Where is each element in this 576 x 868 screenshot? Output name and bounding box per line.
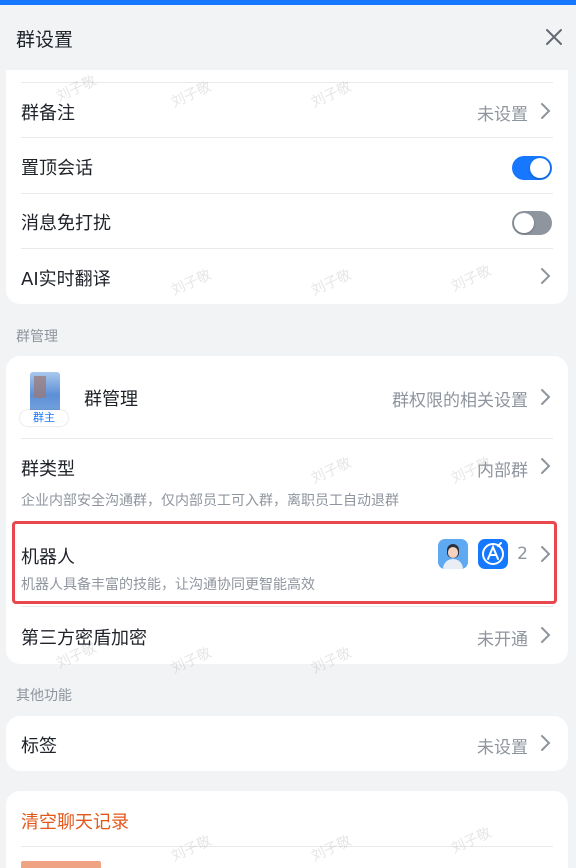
- group-type-label: 群类型: [21, 459, 75, 480]
- group-management-card: 群主 群管理 群权限的相关设置 群类型 内部群 企业内部安全沟通群，仅内部员工可…: [6, 356, 568, 664]
- ai-translate-row[interactable]: AI实时翻译: [6, 249, 568, 304]
- chevron-right-icon: [541, 735, 551, 751]
- group-remark-label: 群备注: [21, 103, 75, 124]
- divider: [21, 846, 553, 847]
- encryption-row[interactable]: 第三方密盾加密 未开通: [6, 607, 568, 664]
- group-manage-label: 群管理: [84, 389, 138, 410]
- toggle-knob: [514, 213, 534, 233]
- tags-value: 未设置: [477, 738, 528, 758]
- group-type-row[interactable]: 群类型 内部群 企业内部安全沟通群，仅内部员工可入群，离职员工自动退群: [6, 439, 568, 522]
- encryption-value: 未开通: [477, 630, 528, 650]
- group-remark-row[interactable]: 群备注 未设置: [6, 83, 568, 138]
- encryption-label: 第三方密盾加密: [21, 628, 147, 649]
- clear-history-button[interactable]: 清空聊天记录: [21, 808, 129, 834]
- close-icon[interactable]: [542, 25, 566, 49]
- section-label-group-management: 群管理: [16, 329, 58, 345]
- toggle-knob: [530, 158, 550, 178]
- chevron-right-icon: [541, 268, 551, 284]
- dialog-header: 群设置: [0, 5, 576, 69]
- chevron-right-icon: [541, 103, 551, 119]
- page-title: 群设置: [16, 29, 74, 51]
- group-manage-value: 群权限的相关设置: [392, 391, 528, 411]
- group-type-description: 企业内部安全沟通群，仅内部员工可入群，离职员工自动退群: [21, 493, 399, 509]
- pin-chat-toggle[interactable]: [512, 156, 552, 180]
- clear-history-row[interactable]: 清空聊天记录: [6, 791, 568, 846]
- danger-actions-card: 清空聊天记录: [6, 791, 568, 868]
- next-row-cut-off: [21, 861, 101, 868]
- chevron-right-icon: [541, 389, 551, 405]
- ai-translate-label: AI实时翻译: [21, 269, 111, 290]
- owner-avatar: 群主: [20, 368, 68, 426]
- do-not-disturb-label: 消息免打扰: [21, 213, 111, 234]
- pin-chat-row: 置顶会话: [6, 138, 568, 193]
- do-not-disturb-toggle[interactable]: [512, 211, 552, 235]
- do-not-disturb-row: 消息免打扰: [6, 194, 568, 249]
- section-label-other-features: 其他功能: [16, 688, 72, 704]
- tags-label: 标签: [21, 736, 57, 757]
- other-features-card: 标签 未设置: [6, 716, 568, 771]
- group-type-value: 内部群: [477, 461, 528, 481]
- basic-settings-card: 群备注 未设置 置顶会话 消息免打扰 AI实时翻译: [6, 70, 568, 304]
- bots-highlight-box: [12, 521, 557, 604]
- chevron-right-icon: [541, 458, 551, 474]
- owner-badge: 群主: [20, 410, 68, 426]
- group-remark-value: 未设置: [477, 105, 528, 125]
- pin-chat-label: 置顶会话: [21, 158, 93, 179]
- group-manage-row[interactable]: 群主 群管理 群权限的相关设置: [6, 356, 568, 438]
- chevron-right-icon: [541, 627, 551, 643]
- tags-row[interactable]: 标签 未设置: [6, 716, 568, 771]
